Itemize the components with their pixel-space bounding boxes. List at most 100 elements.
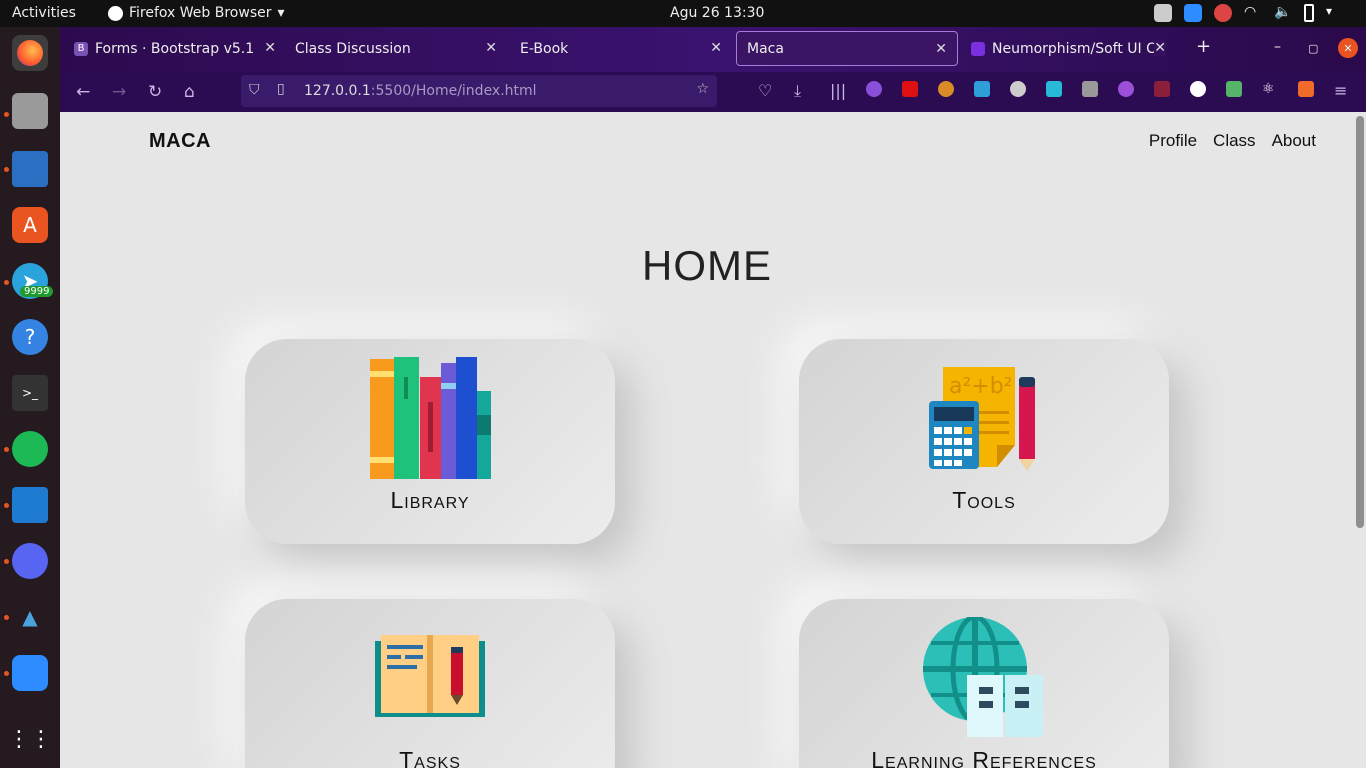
discord-dock-icon[interactable]	[12, 543, 48, 579]
home-button[interactable]: ⌂	[184, 82, 195, 102]
spotify-dock-icon[interactable]	[12, 431, 48, 467]
close-window-button[interactable]: ✕	[1338, 38, 1358, 58]
card-tools[interactable]: a²+b² Tools	[799, 339, 1169, 544]
close-tab-icon[interactable]: ✕	[485, 40, 497, 56]
firefox-window: B Forms · Bootstrap v5.1 ✕ Class Discuss…	[60, 27, 1366, 768]
tab-label: Class Discussion	[295, 40, 411, 57]
back-button[interactable]: ←	[76, 82, 90, 102]
forward-button[interactable]: →	[112, 82, 126, 102]
wifi-icon[interactable]: ◠	[1244, 4, 1262, 22]
card-library[interactable]: Library	[245, 339, 615, 544]
software-dock-icon[interactable]: A	[12, 207, 48, 243]
card-tasks[interactable]: Tasks	[245, 599, 615, 768]
discord-tray-icon[interactable]	[1154, 4, 1172, 22]
chrome-tray-icon[interactable]	[1214, 4, 1232, 22]
url-bar[interactable]: ⛉ ▯ 127.0.0.1:5500/Home/index.html ☆	[241, 75, 717, 107]
calculator-icon: a²+b²	[929, 367, 1035, 471]
web-page: MACA Profile Class About HOME Library a²…	[60, 112, 1354, 768]
tab-class-discussion[interactable]: Class Discussion ✕	[285, 31, 507, 66]
extension-translate-icon[interactable]	[1298, 81, 1314, 97]
url-path: :5500/Home/index.html	[370, 83, 537, 99]
close-tab-icon[interactable]: ✕	[710, 40, 722, 56]
mountain-app-dock-icon[interactable]: ▲	[12, 599, 48, 635]
nav-link-about[interactable]: About	[1272, 131, 1316, 151]
tab-forms-bootstrap[interactable]: B Forms · Bootstrap v5.1 ✕	[64, 31, 286, 66]
maximize-button[interactable]: ▢	[1308, 42, 1318, 55]
system-tray[interactable]: ◠ 🔈 ▾	[1154, 4, 1344, 22]
bootstrap-icon: B	[74, 41, 88, 56]
volume-icon[interactable]: 🔈	[1274, 4, 1292, 22]
minimize-button[interactable]: –	[1274, 39, 1281, 55]
close-tab-icon[interactable]: ✕	[935, 41, 947, 57]
card-learning-references[interactable]: Learning References	[799, 599, 1169, 768]
open-book-icon	[375, 635, 485, 717]
tab-label: Forms · Bootstrap v5.1	[95, 40, 255, 57]
page-title: HOME	[642, 242, 772, 289]
files-dock-icon[interactable]	[12, 93, 48, 129]
show-apps-icon[interactable]: ⋮⋮	[8, 721, 52, 757]
shield-icon[interactable]: ⛉	[249, 82, 260, 98]
library-icon[interactable]: |||	[830, 81, 846, 100]
extension-shield-icon[interactable]	[902, 81, 918, 97]
extension-note-icon[interactable]	[1226, 81, 1242, 97]
battery-icon[interactable]	[1304, 4, 1314, 22]
clock[interactable]: Agu 26 13:30	[670, 5, 764, 21]
extension-github-icon[interactable]	[1190, 81, 1206, 97]
hamburger-menu-icon[interactable]: ≡	[1334, 81, 1350, 100]
card-label: Learning References	[871, 747, 1097, 768]
nav-toolbar: ← → ↻ ⌂ ⛉ ▯ 127.0.0.1:5500/Home/index.ht…	[60, 72, 1366, 112]
card-label: Library	[390, 487, 470, 513]
firefox-icon	[108, 5, 123, 21]
zoom-dock-icon[interactable]	[12, 655, 48, 691]
tab-ebook[interactable]: E-Book ✕	[510, 31, 732, 66]
card-label: Tasks	[399, 747, 461, 768]
extension-s-icon[interactable]	[974, 81, 990, 97]
app-menu[interactable]: Firefox Web Browser ▾	[108, 5, 285, 21]
power-menu-icon[interactable]: ▾	[1326, 4, 1344, 22]
app-menu-label: Firefox Web Browser	[129, 5, 272, 21]
tab-maca[interactable]: Maca ✕	[736, 31, 958, 66]
vscode-dock-icon[interactable]	[12, 487, 48, 523]
page-info-icon[interactable]: ▯	[277, 81, 285, 97]
svg-text:a²+b²: a²+b²	[949, 374, 1013, 399]
site-brand[interactable]: MACA	[149, 130, 211, 153]
writer-dock-icon[interactable]	[12, 151, 48, 187]
extension-owl-icon[interactable]	[938, 81, 954, 97]
chevron-down-icon: ▾	[277, 5, 285, 21]
extension-react-icon[interactable]: ⚛	[1262, 81, 1278, 97]
neumorphism-icon	[971, 41, 985, 56]
extension-picker-icon[interactable]	[1082, 81, 1098, 97]
scrollbar-thumb[interactable]	[1356, 116, 1364, 528]
page-scrollbar[interactable]	[1354, 112, 1366, 768]
new-tab-button[interactable]: +	[1196, 36, 1211, 57]
extension-ball-icon[interactable]	[1010, 81, 1026, 97]
tab-label: Maca	[747, 40, 784, 57]
bookmark-star-icon[interactable]: ☆	[696, 81, 709, 97]
extension-broadcast-icon[interactable]	[1118, 81, 1134, 97]
extension-d-icon[interactable]	[866, 81, 882, 97]
zoom-tray-icon[interactable]	[1184, 4, 1202, 22]
tab-bar: B Forms · Bootstrap v5.1 ✕ Class Discuss…	[60, 27, 1366, 72]
system-top-bar: Activities Firefox Web Browser ▾ Agu 26 …	[0, 0, 1366, 27]
help-dock-icon[interactable]: ?	[12, 319, 48, 355]
extension-table-icon[interactable]	[1154, 81, 1170, 97]
books-icon	[370, 357, 491, 479]
activities-button[interactable]: Activities	[12, 5, 76, 21]
firefox-dock-icon[interactable]	[12, 35, 48, 71]
pocket-icon[interactable]: ♡	[758, 81, 774, 100]
close-tab-icon[interactable]: ✕	[264, 40, 276, 56]
extension-arrow-icon[interactable]	[1046, 81, 1062, 97]
close-tab-icon[interactable]: ✕	[1154, 40, 1166, 56]
downloads-icon[interactable]: ⤓	[794, 81, 810, 100]
dock: A ➤ 9999 ? >_ ▲ ⋮⋮	[0, 27, 60, 768]
nav-link-class[interactable]: Class	[1213, 131, 1256, 151]
terminal-dock-icon[interactable]: >_	[12, 375, 48, 411]
url-host: 127.0.0.1	[304, 83, 371, 99]
card-label: Tools	[952, 487, 1016, 513]
globe-book-icon	[923, 617, 1043, 737]
site-nav: Profile Class About	[1149, 131, 1316, 151]
reload-button[interactable]: ↻	[148, 82, 162, 102]
nav-link-profile[interactable]: Profile	[1149, 131, 1197, 151]
notification-badge: 9999	[20, 286, 54, 297]
tab-neumorphism[interactable]: Neumorphism/Soft UI CSS ✕	[961, 31, 1176, 66]
